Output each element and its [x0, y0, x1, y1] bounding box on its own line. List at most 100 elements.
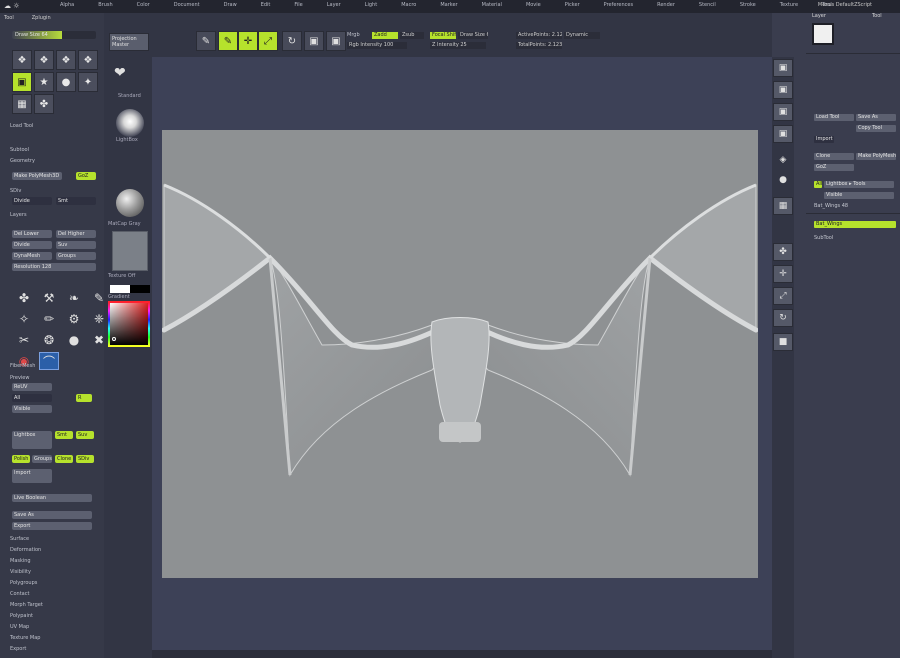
menu-edit[interactable]: Edit — [261, 2, 271, 8]
zsub-toggle[interactable]: Zsub — [400, 32, 424, 39]
menu-layer[interactable]: Layer — [327, 2, 341, 8]
polish-lime-toggle[interactable]: Polish — [12, 455, 30, 463]
move-brush-icon[interactable]: ✤ — [14, 289, 34, 307]
layer-thumbnail[interactable] — [812, 23, 834, 45]
make-polymesh-button[interactable]: Make PolyMesh3D — [12, 172, 62, 180]
scale-icon[interactable]: ✛ — [773, 265, 793, 283]
dynamesh-button[interactable]: DynaMesh — [12, 252, 52, 260]
rp-goz-button[interactable]: GoZ — [814, 164, 854, 171]
menu-alpha[interactable]: Alpha — [60, 2, 74, 8]
sphere-brush-icon[interactable]: ● — [64, 331, 84, 349]
sdiv-slider[interactable]: Divide — [12, 197, 52, 205]
app-logo-icon[interactable]: ☁ ☼ — [4, 2, 20, 10]
rp-subtool-label[interactable]: SubTool — [814, 235, 833, 241]
menu-picker[interactable]: Picker — [565, 2, 580, 8]
alpha-icon[interactable]: ✦ — [78, 72, 98, 92]
tab-layer[interactable]: Layer — [812, 13, 826, 19]
all-toggle[interactable]: All — [12, 394, 52, 402]
live-boolean-button[interactable]: Live Boolean — [12, 494, 92, 502]
menu-render[interactable]: Render — [657, 2, 675, 8]
save-as-button[interactable]: Save As — [12, 511, 92, 519]
groups-button[interactable]: Groups — [56, 252, 96, 260]
menubar-right-title[interactable]: Menus DefaultZScript — [818, 2, 872, 8]
focal-shift-toggle[interactable]: Focal Shift 0 — [430, 32, 456, 39]
menu-macro[interactable]: Macro — [401, 2, 416, 8]
export-button[interactable]: Export — [12, 522, 92, 530]
del-lower-button[interactable]: Del Lower — [12, 230, 52, 238]
rp-subtool-active[interactable]: Bat_Wings — [814, 221, 896, 228]
rp-import-button[interactable]: Import — [814, 136, 834, 143]
simple-brush-icon[interactable]: ▣ — [12, 72, 32, 92]
clone-lime-toggle[interactable]: Clone — [55, 455, 73, 463]
clay-brush-icon[interactable]: ❧ — [64, 289, 84, 307]
lp-row-export[interactable]: Export — [10, 646, 26, 652]
menu-marker[interactable]: Marker — [440, 2, 457, 8]
brush-icon-1[interactable]: ❖ — [12, 50, 32, 70]
menu-stroke[interactable]: Stroke — [740, 2, 756, 8]
rp-all-toggle[interactable]: All — [814, 181, 822, 188]
color-picker-cursor[interactable] — [112, 337, 116, 341]
scroll-icon[interactable]: ▣ — [773, 103, 793, 121]
brush-icon-2[interactable]: ❖ — [34, 50, 54, 70]
projection-master-button[interactable]: Projection Master — [109, 33, 149, 51]
zoom-icon[interactable]: ▣ — [773, 125, 793, 143]
groups-small-button[interactable]: Groups — [32, 455, 52, 463]
menu-document[interactable]: Document — [174, 2, 200, 8]
rp-copy-tool-button[interactable]: Copy Tool — [856, 125, 896, 132]
rp-make-polymesh-button[interactable]: Make PolyMesh3D — [856, 153, 896, 160]
menu-brush[interactable]: Brush — [98, 2, 112, 8]
lp-row-surface[interactable]: Surface — [10, 536, 29, 542]
rp-clone-button[interactable]: Clone — [814, 153, 854, 160]
tab-tool[interactable]: Tool — [4, 15, 14, 21]
lp-row-polygroups[interactable]: Polygroups — [10, 580, 37, 586]
rotate-mode-icon[interactable]: ↻ — [282, 31, 302, 51]
sphere-icon[interactable]: ● — [56, 72, 76, 92]
main-secondary-color[interactable] — [110, 285, 150, 293]
resolution-slider[interactable]: Resolution 128 — [12, 263, 96, 271]
aahalf-icon[interactable]: ● — [773, 171, 793, 189]
divide-button[interactable]: Divide — [12, 241, 52, 249]
lp-row-contact[interactable]: Contact — [10, 591, 29, 597]
visible-toggle[interactable]: Visible — [12, 405, 52, 413]
texture-swatch[interactable] — [112, 231, 148, 271]
menu-preferences[interactable]: Preferences — [604, 2, 633, 8]
brush-icon-3[interactable]: ❖ — [56, 50, 76, 70]
lp-row-uv-map[interactable]: UV Map — [10, 624, 29, 630]
rgb-icon[interactable]: ▣ — [326, 31, 346, 51]
lp-row-masking[interactable]: Masking — [10, 558, 31, 564]
rp-bat-tool-label[interactable]: Bat_Wings 48 — [814, 203, 848, 209]
move-mode-icon[interactable]: ✛ — [238, 31, 258, 51]
r-toggle[interactable]: R — [76, 394, 92, 402]
zadd-toggle[interactable]: Zadd — [372, 32, 398, 39]
lp-row-subtool[interactable]: Subtool — [10, 147, 29, 153]
lp-row-polypaint[interactable]: Polypaint — [10, 613, 33, 619]
scale-mode-icon[interactable]: ⤢ — [258, 31, 278, 51]
persp-icon[interactable]: ▦ — [773, 197, 793, 215]
move-icon[interactable]: ✤ — [773, 243, 793, 261]
lp-row-morph-target[interactable]: Morph Target — [10, 602, 43, 608]
lp-row-preview[interactable]: Preview — [10, 375, 29, 381]
actual-icon[interactable]: ◈ — [773, 151, 793, 169]
lp-row-fibermesh[interactable]: FiberMesh — [10, 363, 35, 369]
spix-icon[interactable]: ▣ — [773, 81, 793, 99]
rgb-intensity-slider[interactable]: Rgb Intensity 100 — [347, 42, 407, 49]
menu-material[interactable]: Material — [482, 2, 502, 8]
menu-light[interactable]: Light — [365, 2, 377, 8]
rp-visible-button[interactable]: Visible — [824, 192, 894, 199]
lightbox-sphere-icon[interactable] — [116, 109, 144, 137]
rel-button[interactable]: ReUV — [12, 383, 52, 391]
trim-brush-icon[interactable]: ✂ — [14, 331, 34, 349]
lp-row-load-tool[interactable]: Load Tool — [10, 123, 33, 129]
menu-file[interactable]: File — [294, 2, 302, 8]
smt-lime-toggle[interactable]: Smt — [55, 431, 73, 439]
menu-color[interactable]: Color — [137, 2, 150, 8]
transp-icon[interactable]: ■ — [773, 333, 793, 351]
material-sphere-icon[interactable] — [116, 189, 144, 217]
dynamic-toggle[interactable]: Dynamic — [564, 32, 600, 39]
rp-save-as-button[interactable]: Save As — [856, 114, 896, 121]
secondary-color-swatch[interactable] — [130, 285, 150, 293]
del-higher-button[interactable]: Del Higher — [56, 230, 96, 238]
lp-row-geometry[interactable]: Geometry — [10, 158, 35, 164]
star-icon[interactable]: ★ — [34, 72, 54, 92]
document-canvas[interactable] — [162, 130, 758, 578]
